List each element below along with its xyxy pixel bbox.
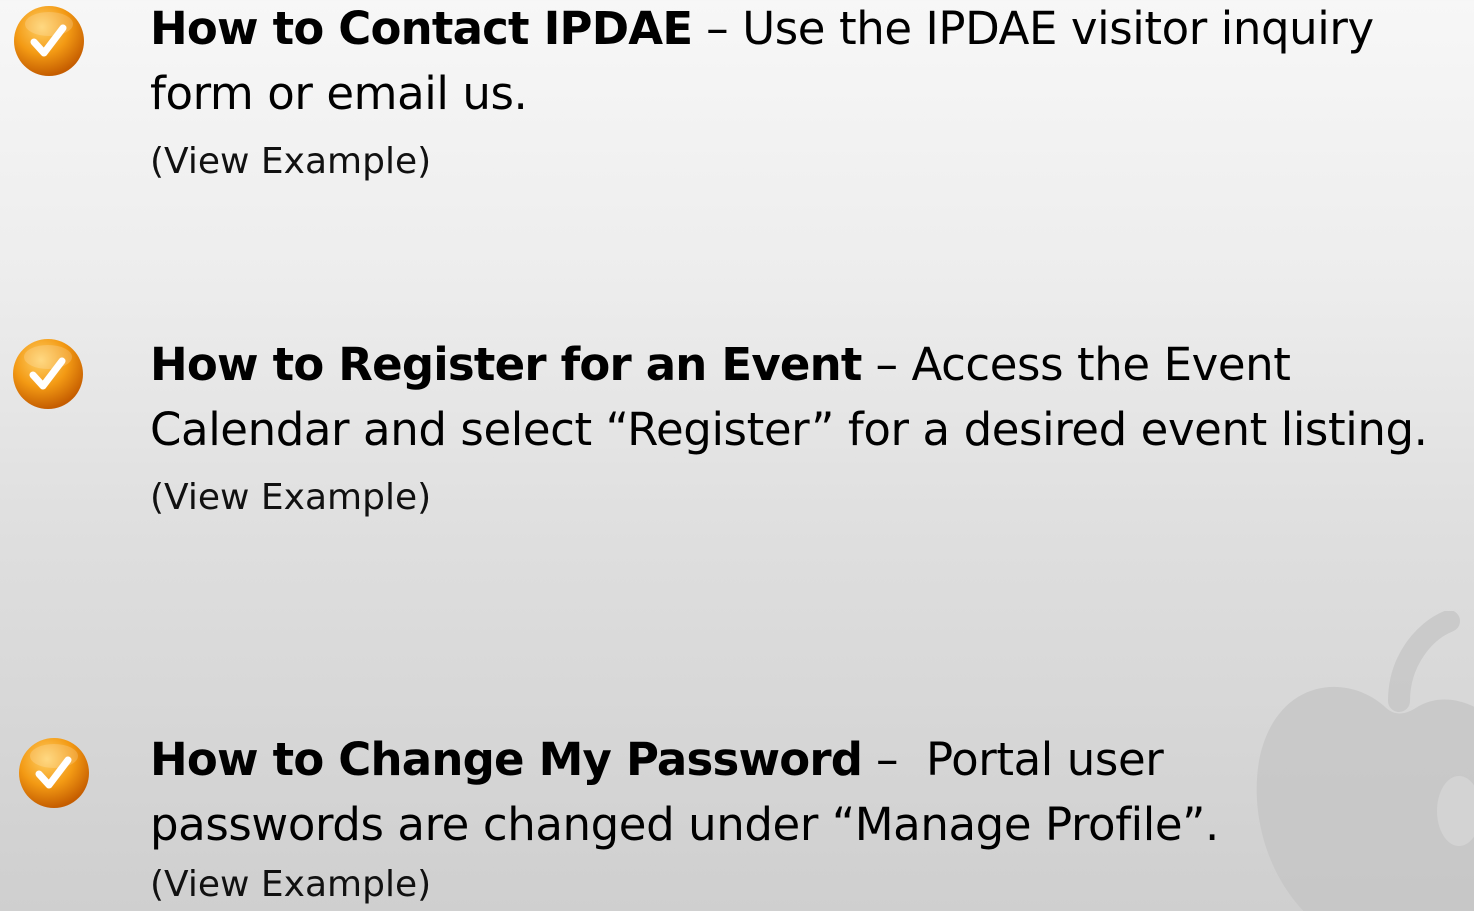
item-main-line: How to Contact IPDAE – Use the IPDAE vis… bbox=[150, 0, 1466, 126]
item-title: How to Contact IPDAE bbox=[150, 2, 693, 55]
item-separator: – bbox=[692, 2, 743, 55]
item-separator: – bbox=[861, 338, 912, 391]
checkmark-icon bbox=[14, 6, 84, 76]
item-main-line: How to Register for an Event – Access th… bbox=[150, 332, 1466, 462]
item-text: How to Contact IPDAE – Use the IPDAE vis… bbox=[150, 0, 1466, 184]
item-title: How to Register for an Event bbox=[150, 338, 862, 391]
checkmark-icon bbox=[19, 738, 89, 808]
item-separator: – bbox=[862, 733, 926, 786]
item-text: How to Register for an Event – Access th… bbox=[150, 332, 1466, 520]
view-example-link[interactable]: (View Example) bbox=[150, 863, 1466, 907]
view-example-link[interactable]: (View Example) bbox=[150, 140, 1466, 184]
item-main-line: How to Change My Password – Portal user … bbox=[150, 727, 1246, 857]
checkmark-icon bbox=[13, 339, 83, 409]
item-text: How to Change My Password – Portal user … bbox=[150, 727, 1466, 907]
item-title: How to Change My Password bbox=[150, 733, 863, 786]
view-example-link[interactable]: (View Example) bbox=[150, 476, 1466, 520]
